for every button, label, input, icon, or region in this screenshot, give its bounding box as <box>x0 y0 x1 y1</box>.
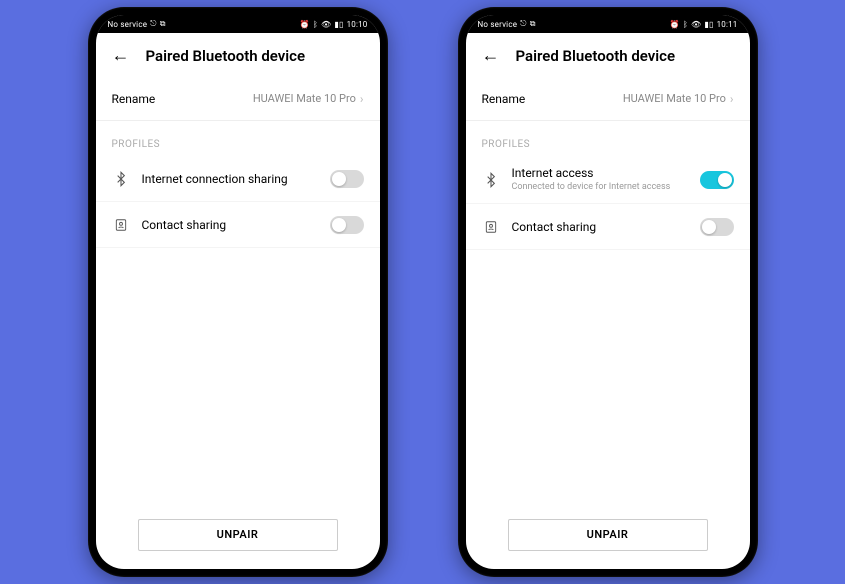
toggle-internet-sharing[interactable] <box>330 170 364 188</box>
rename-label: Rename <box>112 92 156 106</box>
screen: No service ⎋ ⧉ ⏰ ᛒ 👁 ▮▯ 10:11 ← Paired B… <box>466 15 750 569</box>
page-title: Paired Bluetooth device <box>146 47 306 65</box>
rename-row[interactable]: Rename HUAWEI Mate 10 Pro › <box>466 77 750 121</box>
chevron-right-icon: › <box>360 92 364 106</box>
status-eye-icon: 👁 <box>321 20 331 29</box>
contact-icon <box>112 216 130 234</box>
status-alarm-icon: ⏰ <box>670 20 680 29</box>
screen: No service ⎋ ⧉ ⏰ ᛒ 👁 ▮▯ 10:10 ← Paired B… <box>96 15 380 569</box>
unpair-button[interactable]: UNPAIR <box>508 519 708 551</box>
chevron-right-icon: › <box>730 92 734 106</box>
content-spacer <box>466 250 750 507</box>
profile-title: Contact sharing <box>142 218 318 232</box>
status-alarm-icon: ⏰ <box>300 20 310 29</box>
status-nfc-icon: ⎋ <box>520 19 527 29</box>
section-header: PROFILES <box>466 121 750 156</box>
status-bar: No service ⎋ ⧉ ⏰ ᛒ 👁 ▮▯ 10:10 <box>96 15 380 33</box>
status-misc-icon: ⧉ <box>530 19 536 29</box>
profile-title: Internet access <box>512 166 688 180</box>
status-bluetooth-icon: ᛒ <box>313 20 318 29</box>
footer: UNPAIR <box>466 507 750 569</box>
status-nfc-icon: ⎋ <box>150 19 157 29</box>
toggle-internet-access[interactable] <box>700 171 734 189</box>
header: ← Paired Bluetooth device <box>466 33 750 77</box>
phone-frame: No service ⎋ ⧉ ⏰ ᛒ 👁 ▮▯ 10:11 ← Paired B… <box>458 7 758 577</box>
status-bar: No service ⎋ ⧉ ⏰ ᛒ 👁 ▮▯ 10:11 <box>466 15 750 33</box>
phone-frame: No service ⎋ ⧉ ⏰ ᛒ 👁 ▮▯ 10:10 ← Paired B… <box>88 7 388 577</box>
content-spacer <box>96 248 380 507</box>
back-icon[interactable]: ← <box>112 47 130 65</box>
unpair-button[interactable]: UNPAIR <box>138 519 338 551</box>
status-battery-icon: ▮▯ <box>334 20 343 29</box>
back-icon[interactable]: ← <box>482 47 500 65</box>
profile-subtitle: Connected to device for Internet access <box>512 182 672 193</box>
section-header: PROFILES <box>96 121 380 156</box>
status-eye-icon: 👁 <box>691 20 701 29</box>
header: ← Paired Bluetooth device <box>96 33 380 77</box>
status-time: 10:10 <box>347 20 368 29</box>
profile-row-internet-sharing[interactable]: Internet connection sharing <box>96 156 380 202</box>
page-title: Paired Bluetooth device <box>516 47 676 65</box>
rename-value: HUAWEI Mate 10 Pro <box>253 92 356 105</box>
status-misc-icon: ⧉ <box>160 19 166 29</box>
status-bluetooth-icon: ᛒ <box>683 20 688 29</box>
profile-title: Internet connection sharing <box>142 172 318 186</box>
profile-row-contact-sharing[interactable]: Contact sharing <box>96 202 380 248</box>
status-time: 10:11 <box>717 20 738 29</box>
footer: UNPAIR <box>96 507 380 569</box>
status-service-text: No service <box>478 20 518 29</box>
profile-row-internet-access[interactable]: Internet access Connected to device for … <box>466 156 750 204</box>
toggle-contact-sharing[interactable] <box>330 216 364 234</box>
profile-title: Contact sharing <box>512 220 688 234</box>
rename-row[interactable]: Rename HUAWEI Mate 10 Pro › <box>96 77 380 121</box>
status-battery-icon: ▮▯ <box>704 20 713 29</box>
contact-icon <box>482 218 500 236</box>
bluetooth-share-icon <box>112 170 130 188</box>
profile-row-contact-sharing[interactable]: Contact sharing <box>466 204 750 250</box>
rename-label: Rename <box>482 92 526 106</box>
status-service-text: No service <box>108 20 148 29</box>
toggle-contact-sharing[interactable] <box>700 218 734 236</box>
rename-value: HUAWEI Mate 10 Pro <box>623 92 726 105</box>
bluetooth-share-icon <box>482 171 500 189</box>
